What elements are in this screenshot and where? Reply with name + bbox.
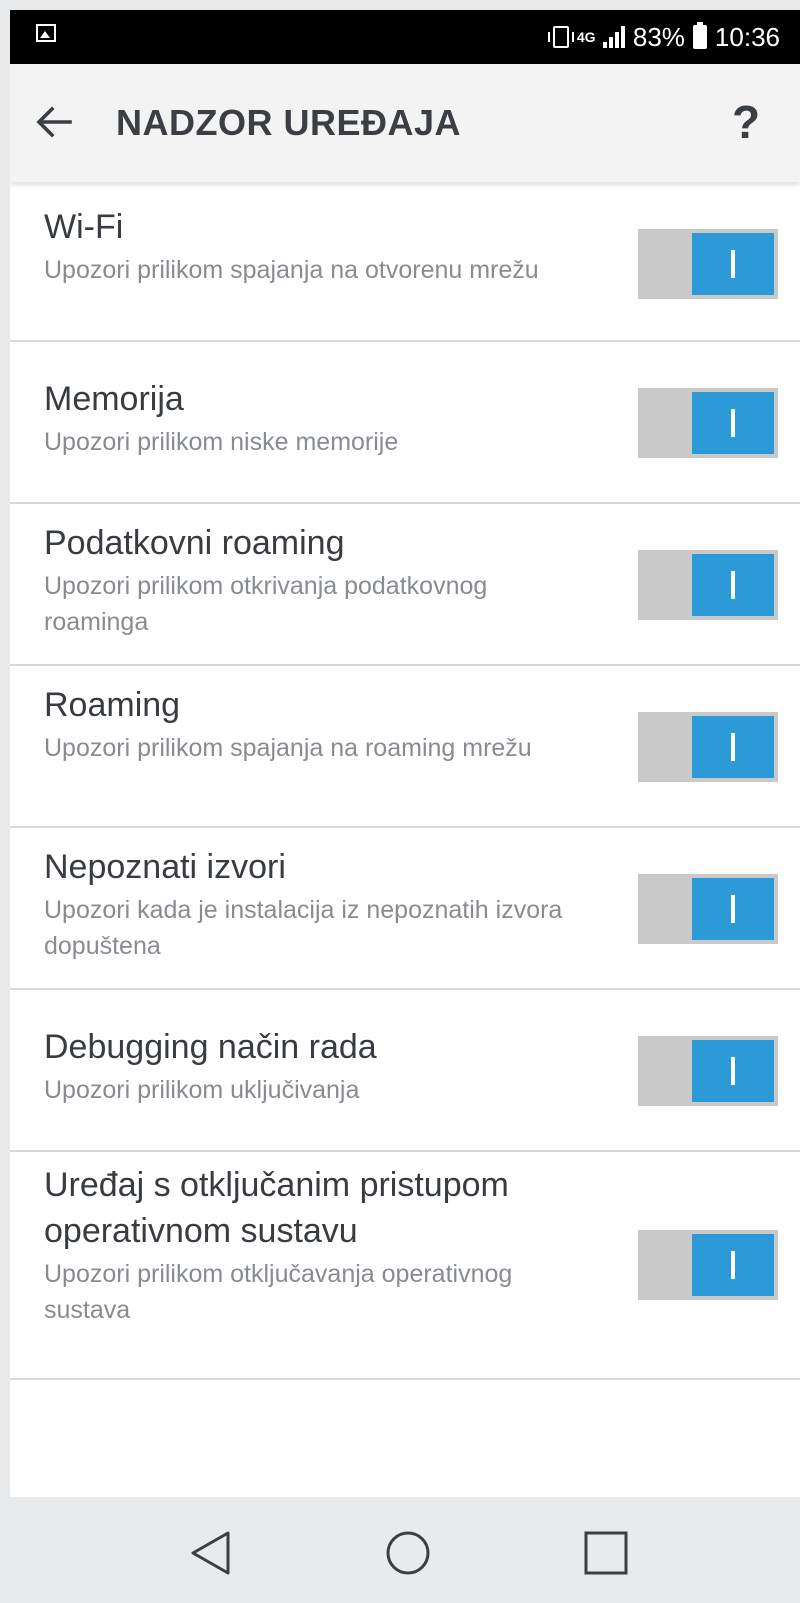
toggle-on-indicator	[692, 392, 774, 454]
setting-subtitle: Upozori prilikom spajanja na otvorenu mr…	[44, 256, 539, 284]
setting-subtitle: Upozori prilikom uključivanja	[44, 1076, 360, 1104]
setting-text: Debugging način rada Upozori prilikom uk…	[44, 1024, 584, 1108]
setting-subtitle: Upozori prilikom otkrivanja podatkovnog …	[44, 572, 488, 636]
setting-text: Uređaj s otključanim pristupom operativn…	[44, 1162, 514, 1328]
back-button[interactable]	[26, 94, 82, 150]
setting-row-wifi[interactable]: Wi-Fi Upozori prilikom spajanja na otvor…	[10, 182, 800, 342]
setting-text: Wi-Fi Upozori prilikom spajanja na otvor…	[44, 204, 584, 288]
status-bar: 4G 83% 10:36	[10, 10, 800, 64]
setting-subtitle: Upozori kada je instalacija iz nepoznati…	[44, 896, 563, 960]
setting-title: Roaming	[44, 686, 181, 724]
toggle-on-indicator	[692, 878, 774, 940]
signal-icon	[602, 26, 625, 48]
rooted-device-toggle[interactable]	[638, 1230, 778, 1300]
toggle-on-indicator	[692, 1040, 774, 1102]
setting-title: Podatkovni roaming	[44, 524, 345, 562]
app-bar: NADZOR UREĐAJA ?	[10, 64, 800, 182]
setting-title: Debugging način rada	[44, 1028, 377, 1066]
setting-text: Memorija Upozori prilikom niske memorije	[44, 376, 584, 460]
status-icons: 4G 83% 10:36	[547, 10, 780, 64]
image-notification-icon	[36, 24, 56, 42]
setting-text: Roaming Upozori prilikom spajanja na roa…	[44, 682, 584, 766]
settings-list: Wi-Fi Upozori prilikom spajanja na otvor…	[10, 182, 800, 1380]
roaming-toggle[interactable]	[638, 712, 778, 782]
setting-row-unknown-sources[interactable]: Nepoznati izvori Upozori kada je instala…	[10, 828, 800, 990]
setting-row-roaming[interactable]: Roaming Upozori prilikom spajanja na roa…	[10, 666, 800, 828]
circle-home-icon	[386, 1531, 430, 1575]
debugging-toggle[interactable]	[638, 1036, 778, 1106]
setting-subtitle: Upozori prilikom otključavanja operativn…	[44, 1260, 513, 1324]
toggle-on-indicator	[692, 233, 774, 295]
setting-row-data-roaming[interactable]: Podatkovni roaming Upozori prilikom otkr…	[10, 504, 800, 666]
data-roaming-toggle[interactable]	[638, 550, 778, 620]
navigation-bar	[10, 1497, 800, 1603]
wifi-toggle[interactable]	[638, 229, 778, 299]
setting-subtitle: Upozori prilikom niske memorije	[44, 428, 399, 456]
triangle-back-icon	[191, 1531, 230, 1575]
setting-text: Nepoznati izvori Upozori kada je instala…	[44, 844, 584, 964]
nav-home-button[interactable]	[378, 1523, 438, 1583]
setting-title: Uređaj s otključanim pristupom operativn…	[44, 1166, 509, 1250]
toggle-on-indicator	[692, 554, 774, 616]
network-type-icon: 4G	[576, 29, 596, 45]
page-title: NADZOR UREĐAJA	[116, 102, 462, 143]
device-screen: 4G 83% 10:36 NADZOR UREĐAJA ? Wi-Fi Upoz…	[10, 10, 800, 1603]
battery-percent: 83%	[632, 21, 685, 52]
vibrate-icon	[547, 26, 574, 48]
battery-icon	[692, 22, 707, 49]
setting-subtitle: Upozori prilikom spajanja na roaming mre…	[44, 734, 532, 762]
square-recents-icon	[584, 1531, 628, 1575]
setting-row-memory[interactable]: Memorija Upozori prilikom niske memorije	[10, 342, 800, 504]
nav-recents-button[interactable]	[576, 1523, 636, 1583]
setting-title: Wi-Fi	[44, 208, 124, 246]
toggle-on-indicator	[692, 1234, 774, 1296]
setting-title: Memorija	[44, 380, 184, 418]
setting-text: Podatkovni roaming Upozori prilikom otkr…	[44, 520, 584, 640]
clock: 10:36	[714, 21, 780, 52]
toggle-on-indicator	[692, 716, 774, 778]
help-button[interactable]: ?	[718, 94, 774, 150]
nav-back-button[interactable]	[180, 1523, 240, 1583]
setting-row-rooted-device[interactable]: Uređaj s otključanim pristupom operativn…	[10, 1152, 800, 1380]
unknown-sources-toggle[interactable]	[638, 874, 778, 944]
setting-title: Nepoznati izvori	[44, 848, 286, 886]
memory-toggle[interactable]	[638, 388, 778, 458]
arrow-back-icon	[36, 106, 72, 138]
setting-row-debugging[interactable]: Debugging način rada Upozori prilikom uk…	[10, 990, 800, 1152]
